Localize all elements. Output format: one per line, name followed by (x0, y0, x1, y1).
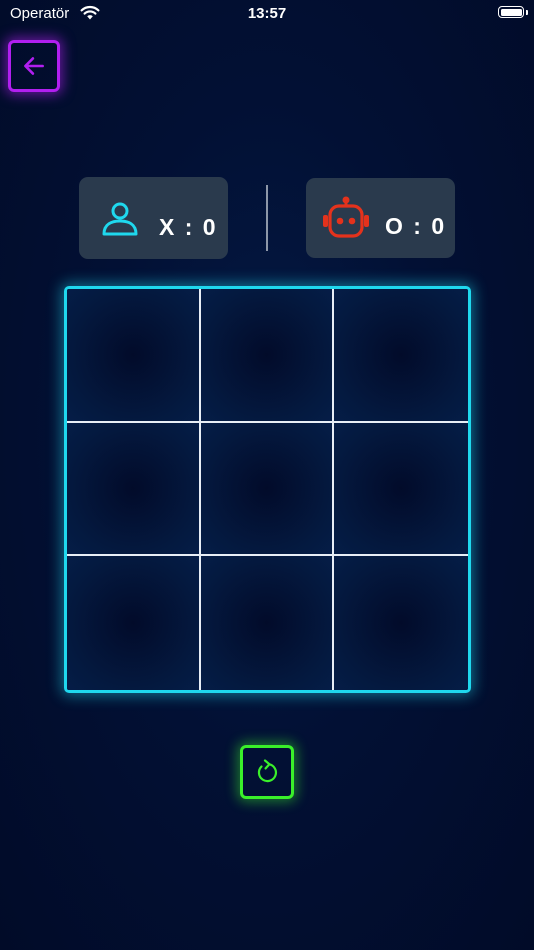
board-cell-1-2[interactable] (334, 422, 468, 557)
board-cell-2-0[interactable] (67, 556, 201, 690)
board-cell-2-1[interactable] (200, 556, 335, 690)
restart-button[interactable] (240, 745, 294, 799)
board-cell-1-0[interactable] (67, 422, 201, 557)
bot-score: O : 0 (385, 213, 447, 239)
battery-icon (498, 6, 524, 18)
board-cell-0-2[interactable] (334, 289, 468, 423)
robot-icon (322, 196, 370, 245)
battery-level (500, 8, 522, 16)
battery-cap (526, 10, 528, 15)
game-board (64, 286, 471, 693)
game-screen: Operatör 13:57 X : 0 O: 0 (0, 0, 534, 950)
arrow-left-icon (24, 57, 44, 75)
status-bar: Operatör 13:57 (0, 0, 534, 28)
board-cell-0-1[interactable] (200, 289, 335, 423)
score-divider (266, 185, 268, 251)
status-time: 13:57 (247, 5, 287, 22)
board-cell-1-1[interactable] (200, 422, 335, 557)
board-cell-0-0[interactable] (67, 289, 201, 423)
person-icon (101, 201, 139, 242)
bot-score-card: O : 0 (306, 178, 455, 258)
player-score: X : 0 (159, 214, 218, 240)
player-score-card: X : 0 (79, 177, 228, 259)
restart-icon (257, 759, 278, 783)
board-cell-2-2[interactable] (334, 556, 468, 690)
back-button[interactable] (8, 40, 60, 92)
